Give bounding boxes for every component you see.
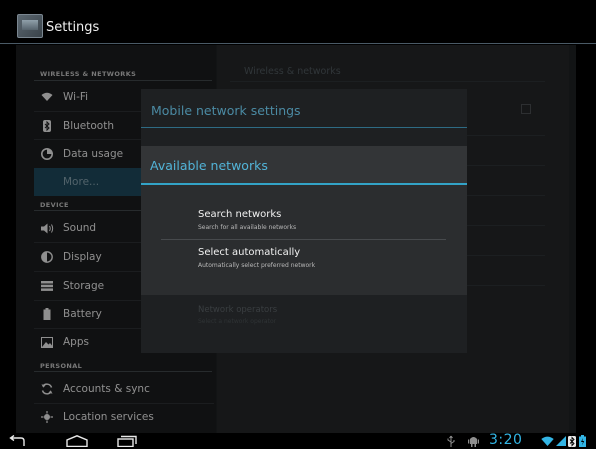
- network-operators-subtitle: Select a network operator: [198, 318, 277, 325]
- battery-status-icon: [578, 434, 586, 448]
- select-automatically-option[interactable]: Select automatically: [198, 247, 300, 258]
- usb-icon: [446, 434, 456, 448]
- status-clock: 3:20: [489, 432, 523, 448]
- back-button[interactable]: [8, 434, 26, 448]
- search-networks-subtitle: Search for all available networks: [198, 224, 297, 231]
- recent-apps-button[interactable]: [116, 434, 138, 448]
- network-operators-title[interactable]: Network operators: [198, 305, 277, 315]
- home-icon: [66, 435, 88, 447]
- cell-signal-icon: [555, 434, 566, 448]
- dialog-title-divider: [141, 183, 467, 185]
- app-title: Settings: [46, 20, 100, 35]
- bluetooth-status-icon: [567, 434, 576, 448]
- option-divider: [161, 239, 446, 240]
- home-button[interactable]: [65, 434, 89, 448]
- back-icon: [9, 435, 25, 446]
- settings-app-icon[interactable]: [17, 14, 43, 38]
- recent-apps-icon: [117, 435, 137, 447]
- available-networks-dialog-title: Available networks: [150, 158, 268, 173]
- wifi-signal-icon: [540, 434, 554, 448]
- mobile-network-dialog-title: Mobile network settings: [151, 103, 301, 118]
- dialog-title-divider: [141, 127, 467, 128]
- select-automatically-subtitle: Automatically select preferred network: [198, 262, 316, 269]
- action-bar: Settings: [0, 0, 596, 44]
- search-networks-option[interactable]: Search networks: [198, 209, 281, 220]
- android-debug-icon: [467, 434, 479, 448]
